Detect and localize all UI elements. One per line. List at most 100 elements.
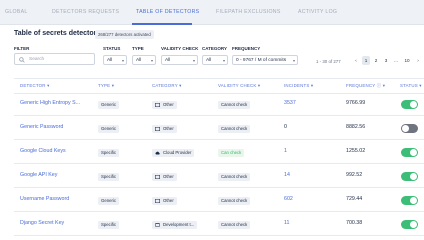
status-toggle[interactable] xyxy=(401,148,418,157)
type-chip: Generic xyxy=(98,101,120,109)
category-chip: Cloud Provider xyxy=(152,149,195,157)
detector-name-link[interactable]: Django Secret Key xyxy=(20,220,64,226)
category-label: Cloud Provider xyxy=(163,150,192,155)
tab-filepath-exclusions[interactable]: FILEPATH EXCLUSIONS xyxy=(216,9,281,15)
validity-chip: Cannot check xyxy=(218,221,251,229)
frequency-value: 992.52 xyxy=(346,172,363,178)
status-toggle[interactable] xyxy=(401,100,418,109)
type-select[interactable]: All ▾ xyxy=(132,55,156,65)
detector-name-link[interactable]: Google Cloud Keys xyxy=(20,148,66,154)
activated-count-badge: 268/277 detectors activated xyxy=(95,30,154,39)
chevron-down-icon: ▾ xyxy=(150,58,153,63)
column-header-category[interactable]: CATEGORY ▾ xyxy=(152,83,182,89)
status-toggle[interactable] xyxy=(401,172,418,181)
tab-activity-log[interactable]: ACTIVITY LOG xyxy=(298,9,337,15)
incidents-count[interactable]: 602 xyxy=(284,196,293,202)
tab-table-of-detectors[interactable]: TABLE OF DETECTORS xyxy=(136,9,199,15)
column-header-type[interactable]: TYPE ▾ xyxy=(98,83,114,89)
category-label: Development t... xyxy=(163,222,195,227)
detector-name-link[interactable]: Username Password xyxy=(20,196,69,202)
row-divider xyxy=(14,115,424,116)
validity-select[interactable]: All ▾ xyxy=(161,55,198,65)
incidents-count[interactable]: 3537 xyxy=(284,100,296,106)
type-chip: Specific xyxy=(98,149,120,157)
validity-chip: Cannot check xyxy=(218,173,251,181)
frequency-value: 9766.99 xyxy=(346,100,366,106)
column-header-incidents[interactable]: INCIDENTS ▾ xyxy=(284,83,313,89)
status-toggle[interactable] xyxy=(401,124,418,133)
other-icon xyxy=(155,175,160,179)
toggle-knob xyxy=(410,149,417,156)
detector-name-link[interactable]: Google API Key xyxy=(20,172,57,178)
other-icon xyxy=(155,103,160,107)
detector-name-link[interactable]: Generic High Entropy S... xyxy=(20,100,80,106)
toggle-knob xyxy=(402,125,409,132)
type-filter-label: TYPE xyxy=(132,46,144,51)
category-label: Other xyxy=(163,126,174,131)
row-divider xyxy=(14,163,424,164)
category-select[interactable]: All ▾ xyxy=(202,55,228,65)
page-button-10[interactable]: 10 xyxy=(403,56,411,65)
toggle-knob xyxy=(410,221,417,228)
toggle-knob xyxy=(410,101,417,108)
tab-detectors-requests[interactable]: DETECTORS REQUESTS xyxy=(52,9,119,15)
frequency-select[interactable]: 0 - 9767 / M of commits ▾ xyxy=(232,55,298,65)
validity-filter-label: VALIDITY CHECK xyxy=(161,46,199,51)
prev-page-button[interactable]: ‹ xyxy=(352,56,360,65)
row-divider xyxy=(14,139,424,140)
type-chip: Specific xyxy=(98,221,120,229)
other-icon xyxy=(155,199,160,203)
incidents-count[interactable]: 14 xyxy=(284,172,290,178)
detectors-page: GLOBAL DETECTORS REQUESTS TABLE OF DETEC… xyxy=(0,0,424,240)
frequency-value: 729.44 xyxy=(346,196,363,202)
status-toggle[interactable] xyxy=(401,196,418,205)
frequency-value: 700.38 xyxy=(346,220,363,226)
chevron-down-icon: ▾ xyxy=(292,58,295,63)
row-divider xyxy=(14,211,424,212)
column-header-frequency[interactable]: FREQUENCY ⓘ ▾ xyxy=(346,83,385,89)
column-header-detector[interactable]: DETECTOR ▾ xyxy=(20,83,50,89)
row-divider xyxy=(14,187,424,188)
category-chip: Other xyxy=(152,197,177,205)
tab-bar: GLOBAL DETECTORS REQUESTS TABLE OF DETEC… xyxy=(0,0,424,25)
chevron-down-icon: ▾ xyxy=(121,58,124,63)
page-button-2[interactable]: 2 xyxy=(372,56,380,65)
incidents-count: 0 xyxy=(284,124,287,130)
category-chip: Other xyxy=(152,101,177,109)
development-icon xyxy=(155,223,160,227)
page-button-3[interactable]: 3 xyxy=(382,56,390,65)
search-placeholder: Search xyxy=(29,57,45,62)
incidents-count[interactable]: 1 xyxy=(284,148,287,154)
column-header-validity-check[interactable]: VALIDITY CHECK ▾ xyxy=(218,83,260,89)
toggle-knob xyxy=(410,197,417,204)
frequency-value: 8882.56 xyxy=(346,124,366,130)
category-filter-label: CATEGORY xyxy=(202,46,228,51)
status-toggle[interactable] xyxy=(401,220,418,229)
search-input[interactable]: Search xyxy=(14,53,95,65)
category-chip: Development t... xyxy=(152,221,198,229)
cloud-icon xyxy=(155,151,160,155)
tab-global[interactable]: GLOBAL xyxy=(5,9,28,15)
frequency-select-value: 0 - 9767 / M of commits xyxy=(236,57,287,63)
filter-label: FILTER xyxy=(14,46,30,51)
table-header-divider xyxy=(14,93,424,94)
detector-name-link[interactable]: Generic Password xyxy=(20,124,63,130)
category-label: Other xyxy=(163,102,174,107)
type-select-value: All xyxy=(136,57,142,63)
chevron-down-icon: ▾ xyxy=(192,58,195,63)
page-ellipsis: ... xyxy=(394,58,398,63)
toggle-knob xyxy=(410,173,417,180)
type-chip: Generic xyxy=(98,197,120,205)
column-header-status[interactable]: STATUS ▾ xyxy=(400,83,422,89)
status-select[interactable]: All ▾ xyxy=(103,55,127,65)
page-button-1[interactable]: 1 xyxy=(362,56,370,65)
next-page-button[interactable]: › xyxy=(414,56,422,65)
row-divider xyxy=(14,235,424,236)
validity-chip: Cannot check xyxy=(218,101,251,109)
category-chip: Other xyxy=(152,173,177,181)
chevron-down-icon: ▾ xyxy=(222,58,225,63)
validity-chip: Cannot check xyxy=(218,125,251,133)
frequency-value: 1255.02 xyxy=(346,148,366,154)
search-icon xyxy=(19,57,25,63)
incidents-count[interactable]: 11 xyxy=(284,220,290,226)
